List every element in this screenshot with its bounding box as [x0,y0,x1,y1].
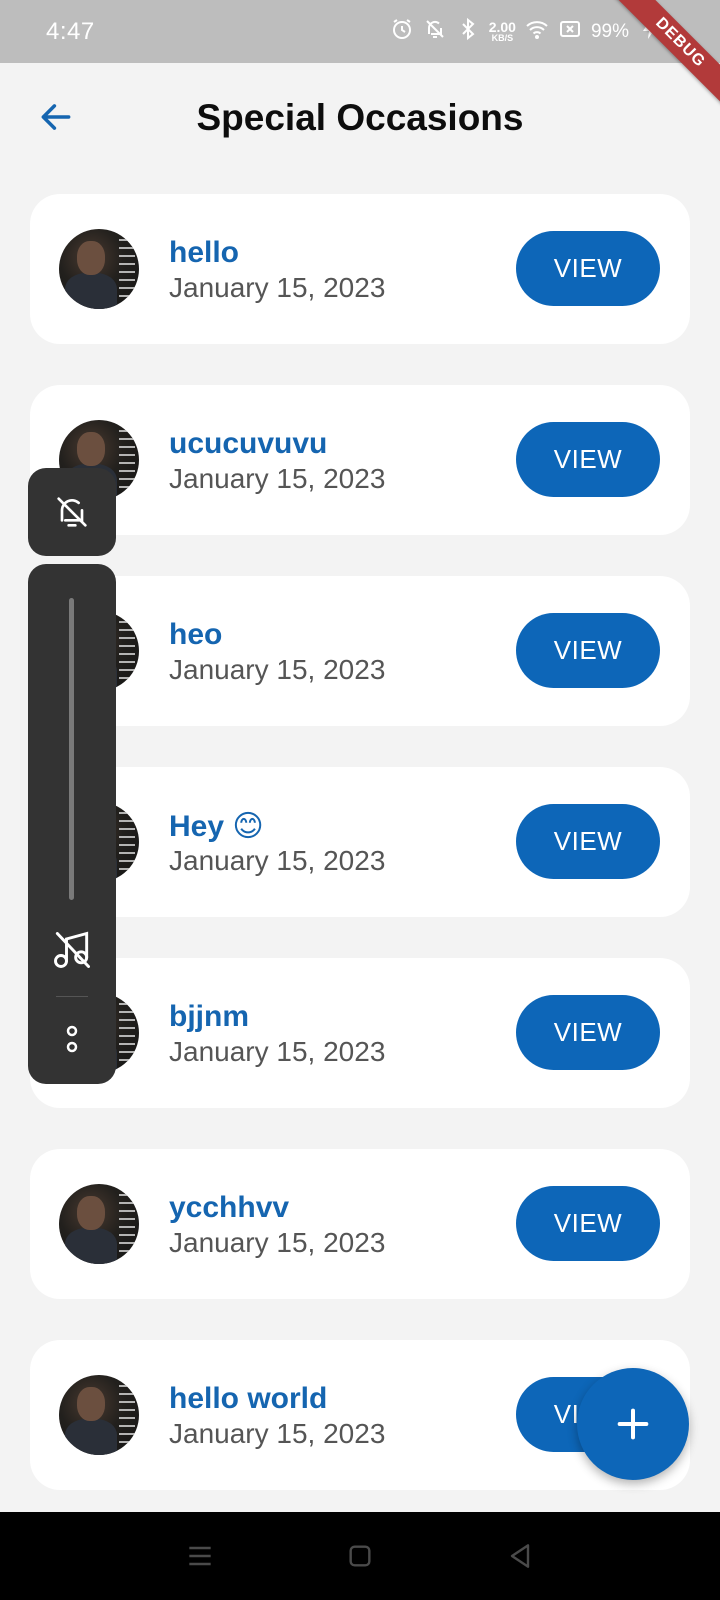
occasion-date: January 15, 2023 [169,1418,386,1449]
view-button[interactable]: VIEW [516,995,660,1070]
net-speed: 2.00 KB/S [489,20,516,43]
avatar [59,229,139,309]
occasion-card: hello January 15, 2023 VIEW [30,194,690,344]
system-nav-bar [0,1512,720,1600]
plus-icon [617,1408,649,1440]
view-button[interactable]: VIEW [516,1186,660,1261]
occasion-date: January 15, 2023 [169,1036,386,1067]
occasion-date: January 15, 2023 [169,845,386,876]
net-speed-unit: KB/S [491,33,514,43]
occasion-name: hello [169,236,240,269]
status-time: 4:47 [46,17,95,45]
occasion-name: heo [169,618,223,651]
occasion-card: ycchhvv January 15, 2023 VIEW [30,1149,690,1299]
net-speed-value: 2.00 [488,19,516,35]
occasion-card: heo January 15, 2023 VIEW [30,576,690,726]
menu-icon[interactable] [184,1540,216,1572]
view-button[interactable]: VIEW [516,231,660,306]
app-bar: Special Occasions [0,63,720,178]
occasion-name: ucucuvuvu [169,427,328,460]
avatar [59,1375,139,1455]
bluetooth-icon [456,17,480,46]
occasion-card: bjjnm January 15, 2023 VIEW [30,958,690,1108]
occasion-name: Hey 😊 [169,810,264,843]
status-icons: 2.00 KB/S 99% [390,17,674,46]
occasion-date: January 15, 2023 [169,463,386,494]
page-title: Special Occasions [196,97,524,138]
volume-slider[interactable] [69,598,74,900]
avatar [59,1184,139,1264]
overlay-divider [56,996,88,997]
view-button[interactable]: VIEW [516,804,660,879]
occasion-name: ycchhvv [169,1191,290,1224]
occasion-name: bjjnm [169,1000,249,1033]
home-icon[interactable] [344,1540,376,1572]
music-off-icon[interactable] [50,928,94,972]
view-button[interactable]: VIEW [516,422,660,497]
bell-off-icon [423,17,447,46]
occasion-list: hello January 15, 2023 VIEW ucucuvuvu Ja… [30,194,690,1531]
add-occasion-button[interactable] [577,1368,689,1480]
more-icon[interactable] [56,1016,88,1062]
ringer-toggle[interactable] [28,468,116,556]
back-nav-icon[interactable] [504,1540,536,1572]
wifi-icon [525,17,549,46]
alarm-icon [390,17,414,46]
occasion-card: Hey 😊 January 15, 2023 VIEW [30,767,690,917]
occasion-date: January 15, 2023 [169,272,386,303]
sim-off-icon [558,17,582,46]
occasion-name: hello world [169,1382,328,1415]
status-bar: 4:47 2.00 KB/S 99% [0,0,720,63]
occasion-date: January 15, 2023 [169,1227,386,1258]
occasion-date: January 15, 2023 [169,654,386,685]
view-button[interactable]: VIEW [516,613,660,688]
occasion-card: ucucuvuvu January 15, 2023 VIEW [30,385,690,535]
bell-off-icon [57,497,87,527]
battery-level: 99% [590,20,629,42]
volume-panel [28,564,116,1084]
